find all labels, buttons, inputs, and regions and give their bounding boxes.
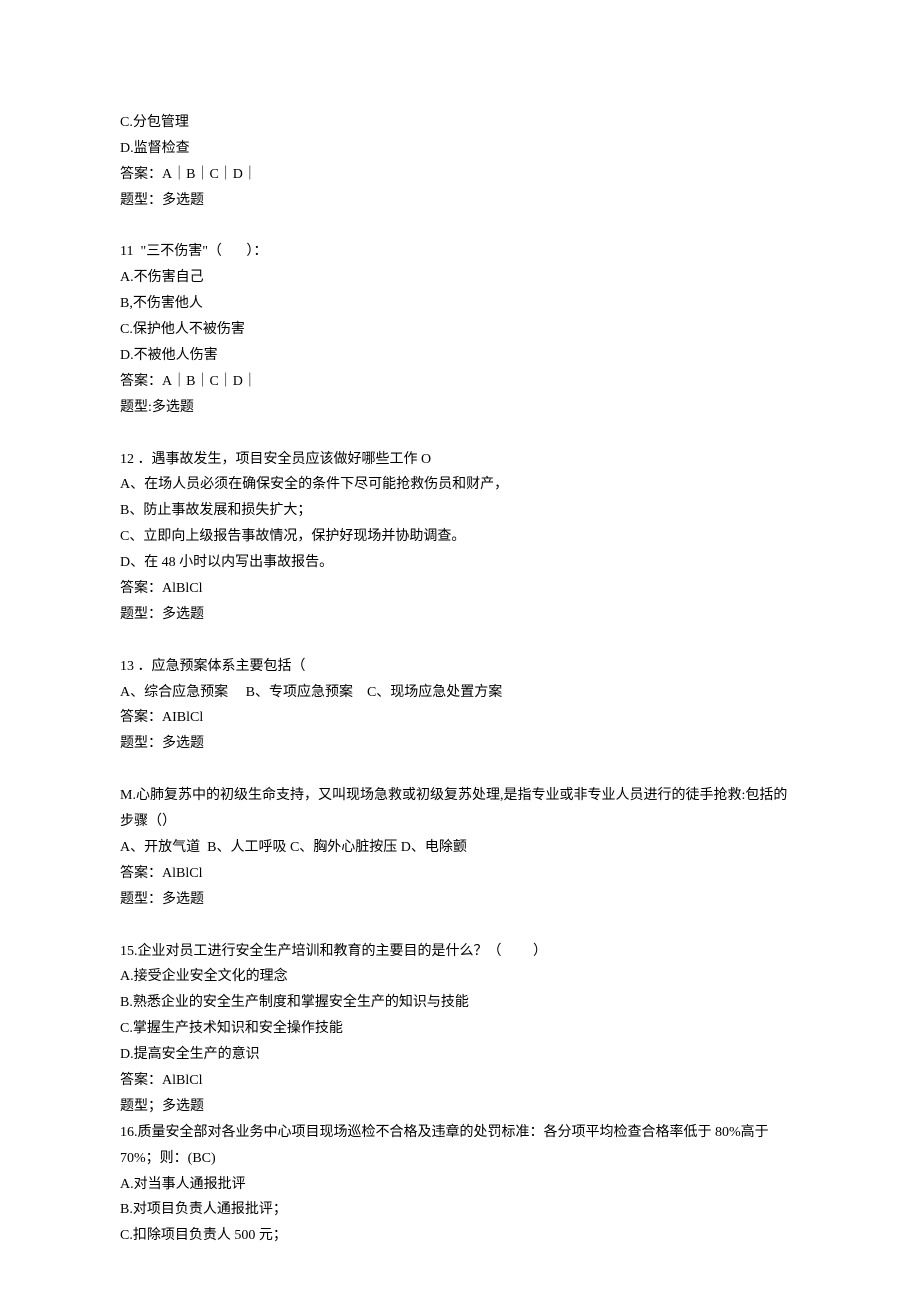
q15-option-d: D.提高安全生产的意识 — [120, 1042, 800, 1068]
q10-option-d: D.监督检查 — [120, 136, 800, 162]
spacer — [120, 628, 800, 654]
q10-type: 题型：多选题 — [120, 188, 800, 214]
document-page: C.分包管理 D.监督检查 答案：A｜B｜C｜D｜ 题型：多选题 11 "三不伤… — [0, 0, 920, 1309]
q12-title: 12 ．遇事故发生，项目安全员应该做好哪些工作 O — [120, 447, 800, 473]
q16-option-c: C.扣除项目负责人 500 元； — [120, 1223, 800, 1249]
q12-option-b: B、防止事故发展和损失扩大； — [120, 498, 800, 524]
q11-answer: 答案：A｜B｜C｜D｜ — [120, 369, 800, 395]
q15-option-c: C.掌握生产技术知识和安全操作技能 — [120, 1016, 800, 1042]
q16-option-b: B.对项目负责人通报批评； — [120, 1197, 800, 1223]
q11-option-b: B,不伤害他人 — [120, 291, 800, 317]
q12-option-c: C、立即向上级报告事故情况，保护好现场并协助调查。 — [120, 524, 800, 550]
q10-option-c: C.分包管理 — [120, 110, 800, 136]
q12-option-d: D、在 48 小时以内写出事故报告。 — [120, 550, 800, 576]
spacer — [120, 913, 800, 939]
q11-option-d: D.不被他人伤害 — [120, 343, 800, 369]
q11-option-c: C.保护他人不被伤害 — [120, 317, 800, 343]
spacer — [120, 421, 800, 447]
q10-answer: 答案：A｜B｜C｜D｜ — [120, 162, 800, 188]
q13-type: 题型：多选题 — [120, 731, 800, 757]
q15-option-b: B.熟悉企业的安全生产制度和掌握安全生产的知识与技能 — [120, 990, 800, 1016]
q16-title: 16.质量安全部对各业务中心项目现场巡检不合格及违章的处罚标准：各分项平均检查合… — [120, 1120, 800, 1172]
q14-title: M.心肺复苏中的初级生命支持，又叫现场急救或初级复苏处理,是指专业或非专业人员进… — [120, 783, 800, 835]
q15-title: 15.企业对员工进行安全生产培训和教育的主要目的是什么？（ ） — [120, 939, 800, 965]
q11-option-a: A.不伤害自己 — [120, 265, 800, 291]
spacer — [120, 214, 800, 240]
q15-type: 题型；多选题 — [120, 1094, 800, 1120]
q14-options: A、开放气道 B、人工呼吸 C、胸外心脏按压 D、电除颤 — [120, 835, 800, 861]
q12-answer: 答案：AlBlCl — [120, 576, 800, 602]
spacer — [120, 757, 800, 783]
q13-answer: 答案：AIBlCl — [120, 705, 800, 731]
q12-option-a: A、在场人员必须在确保安全的条件下尽可能抢救伤员和财产， — [120, 472, 800, 498]
q14-type: 题型：多选题 — [120, 887, 800, 913]
q11-title: 11 "三不伤害"（ ）： — [120, 239, 800, 265]
q14-answer: 答案：AlBlCl — [120, 861, 800, 887]
q13-options: A、综合应急预案 B、专项应急预案 C、现场应急处置方案 — [120, 680, 800, 706]
q13-title: 13 ．应急预案体系主要包括（ — [120, 654, 800, 680]
q16-option-a: A.对当事人通报批评 — [120, 1172, 800, 1198]
q15-option-a: A.接受企业安全文化的理念 — [120, 964, 800, 990]
q12-type: 题型：多选题 — [120, 602, 800, 628]
q15-answer: 答案：AlBlCl — [120, 1068, 800, 1094]
q11-type: 题型:多选题 — [120, 395, 800, 421]
